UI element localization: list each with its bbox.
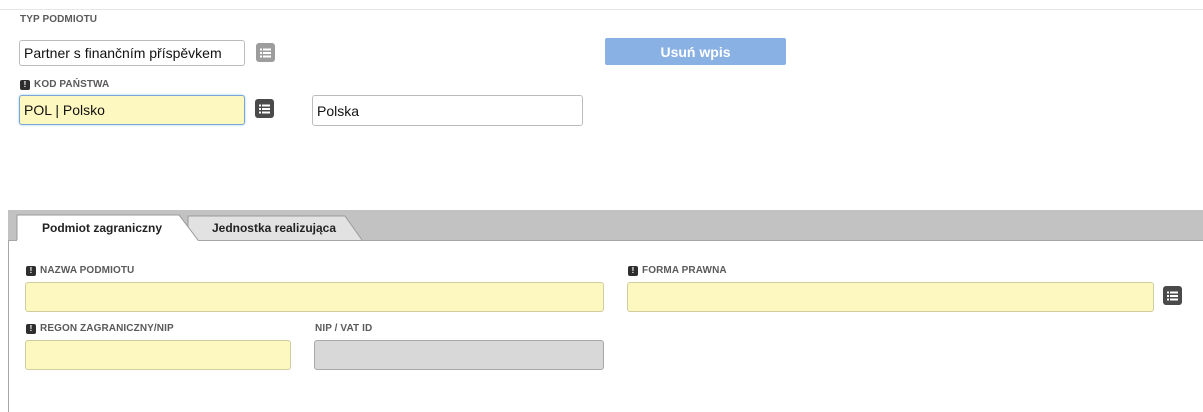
tab-jednostka-realizujaca[interactable]: Jednostka realizująca	[195, 216, 353, 240]
list-icon	[1167, 291, 1178, 300]
required-marker-icon: !	[26, 265, 36, 276]
regon-field[interactable]	[25, 340, 291, 370]
required-marker-icon: !	[628, 265, 638, 276]
nip-vat-label: NIP / VAT ID	[315, 323, 373, 334]
nip-vat-field	[314, 340, 604, 370]
forma-prawna-field[interactable]	[627, 282, 1154, 312]
forma-prawna-label: ! FORMA PRAWNA	[628, 265, 727, 276]
regon-label: ! REGON ZAGRANICZNY/NIP	[26, 323, 174, 334]
nazwa-podmiotu-label: ! NAZWA PODMIOTU	[26, 265, 134, 276]
forma-prawna-list-button[interactable]	[1163, 286, 1182, 305]
tab-podmiot-zagraniczny[interactable]: Podmiot zagraniczny	[17, 215, 187, 240]
required-marker-icon: !	[26, 323, 36, 334]
nazwa-podmiotu-field[interactable]	[25, 282, 604, 312]
